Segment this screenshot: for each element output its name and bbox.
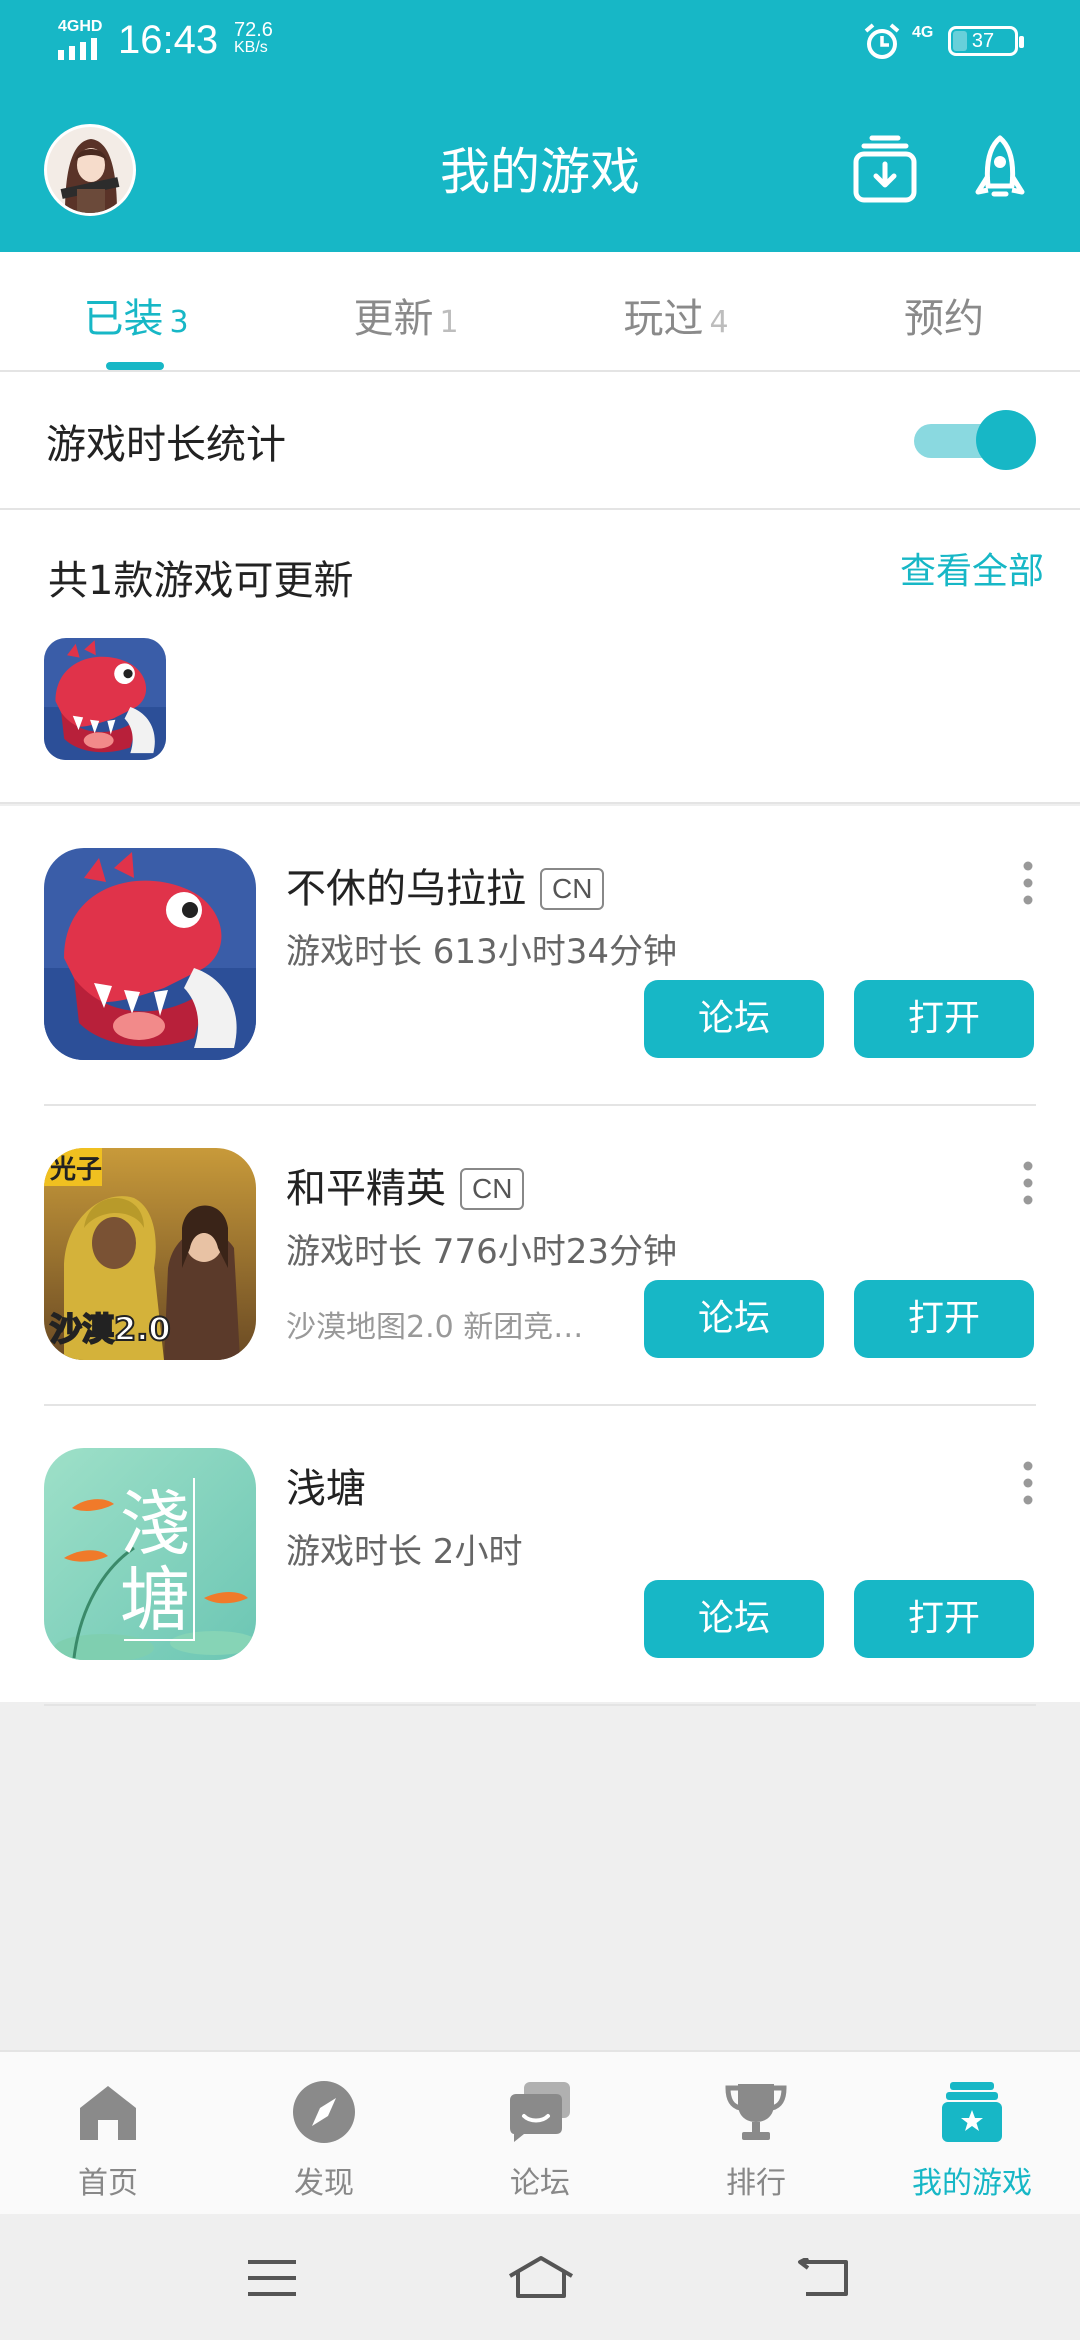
tab-count: 4 [709, 305, 729, 340]
tab-installed[interactable]: 已装 3 [36, 286, 236, 346]
network-label: 4GHD [58, 18, 103, 35]
pubg-game-art: 光子 沙漠2.0 [44, 1148, 256, 1360]
game-title: 和平精英 CN [286, 1156, 525, 1214]
tab-played[interactable]: 玩过 4 [576, 286, 776, 346]
more-options-icon[interactable] [1018, 1158, 1038, 1208]
more-options-icon[interactable] [1018, 1458, 1038, 1508]
open-button[interactable]: 打开 [854, 1580, 1034, 1658]
home-icon [80, 2086, 136, 2140]
game-row[interactable]: 淺 塘 浅塘 游戏时长 2小时 论坛 打开 [0, 1406, 1080, 1706]
network-speed: 72.6 KB/s [234, 20, 273, 56]
pond-title-char-2: 塘 [120, 1559, 190, 1641]
open-button[interactable]: 打开 [854, 1280, 1034, 1358]
tab-reserved[interactable]: 预约 [844, 286, 1044, 346]
game-title: 不休的乌拉拉 CN [286, 856, 605, 914]
pond-game-art: 淺 塘 [44, 1448, 256, 1660]
playtime-stats-row: 游戏时长统计 [0, 372, 1080, 510]
tab-count: 1 [439, 305, 459, 340]
game-news-subtitle[interactable]: 沙漠地图2.0 新团竞… [286, 1302, 583, 1346]
trophy-icon [725, 2084, 787, 2140]
more-options-icon[interactable] [1018, 858, 1038, 908]
tab-updates[interactable]: 更新 1 [306, 286, 506, 346]
my-games-icon [942, 2082, 1002, 2142]
back-icon[interactable] [796, 2258, 852, 2298]
game-name-text: 不休的乌拉拉 [286, 866, 526, 912]
speed-value: 72.6 [234, 19, 273, 41]
nav-label: 发现 [294, 2166, 354, 2201]
forum-icon [510, 2082, 570, 2142]
tab-label: 更新 [353, 296, 434, 342]
region-badge: CN [540, 868, 605, 910]
tab-bar: 已装 3 更新 1 玩过 4 预约 [0, 252, 1080, 372]
page-title: 我的游戏 [440, 143, 640, 201]
tab-active-indicator [106, 362, 164, 370]
network-4g-label: 4G [912, 24, 934, 41]
dinosaur-game-art [44, 638, 166, 760]
signal-icon [58, 38, 97, 60]
open-button[interactable]: 打开 [854, 980, 1034, 1058]
game-icon[interactable]: 光子 沙漠2.0 [44, 1148, 256, 1360]
region-badge: CN [460, 1168, 525, 1210]
dinosaur-game-art [44, 848, 256, 1060]
game-playtime: 游戏时长 2小时 [286, 1532, 523, 1572]
game-row[interactable]: 光子 沙漠2.0 和平精英 CN 游戏时长 776小时23分钟 沙漠地图2.0 新… [0, 1106, 1080, 1406]
tab-label: 预约 [904, 296, 984, 342]
nav-my-games[interactable]: 我的游戏 [864, 2052, 1080, 2212]
nav-forum[interactable]: 论坛 [432, 2052, 648, 2212]
toggle-knob [976, 410, 1036, 470]
playtime-stats-label: 游戏时长统计 [46, 422, 286, 468]
nav-label: 首页 [78, 2166, 138, 2201]
game-playtime: 游戏时长 613小时34分钟 [286, 932, 677, 972]
battery-percent: 37 [971, 30, 995, 52]
tab-label: 已装 [83, 296, 164, 342]
header-bar: 4GHD 16:43 72.6 KB/s 4G 37 我的游戏 [0, 0, 1080, 252]
update-game-icon[interactable] [44, 638, 166, 760]
divider [44, 1704, 1036, 1706]
game-icon[interactable]: 淺 塘 [44, 1448, 256, 1660]
tab-label: 玩过 [623, 296, 704, 342]
nav-home[interactable]: 首页 [0, 2052, 216, 2212]
system-home-icon[interactable] [506, 2254, 576, 2300]
game-name-text: 浅塘 [286, 1466, 366, 1512]
pubg-tag-text: 光子 [49, 1155, 102, 1185]
system-nav-bar [0, 2214, 1080, 2340]
view-all-link[interactable]: 查看全部 [900, 542, 1044, 594]
game-icon[interactable] [44, 848, 256, 1060]
game-row[interactable]: 不休的乌拉拉 CN 游戏时长 613小时34分钟 论坛 打开 [0, 806, 1080, 1106]
speed-unit: KB/s [234, 39, 268, 56]
pubg-map-text: 沙漠2.0 [50, 1310, 171, 1348]
alarm-icon [864, 23, 900, 59]
game-playtime: 游戏时长 776小时23分钟 [286, 1232, 677, 1272]
battery-tip [1019, 36, 1024, 48]
game-name-text: 和平精英 [286, 1166, 446, 1212]
playtime-stats-toggle[interactable] [914, 410, 1036, 470]
rocket-icon[interactable] [972, 134, 1028, 204]
forum-button[interactable]: 论坛 [644, 1580, 824, 1658]
bottom-nav: 首页 发现 论坛 排行 我的游戏 [0, 2050, 1080, 2214]
installed-games-list: 不休的乌拉拉 CN 游戏时长 613小时34分钟 论坛 打开 光子 沙漠2.0 … [0, 806, 1080, 1706]
pond-title-char-1: 淺 [120, 1483, 190, 1565]
battery-icon: 37 [948, 26, 1024, 56]
forum-button[interactable]: 论坛 [644, 980, 824, 1058]
tab-count: 3 [169, 305, 189, 340]
nav-label: 排行 [726, 2166, 786, 2201]
update-section: 共1款游戏可更新 查看全部 [0, 510, 1080, 804]
forum-button[interactable]: 论坛 [644, 1280, 824, 1358]
nav-discover[interactable]: 发现 [216, 2052, 432, 2212]
nav-label: 我的游戏 [912, 2166, 1032, 2201]
nav-ranking[interactable]: 排行 [648, 2052, 864, 2212]
update-count-title: 共1款游戏可更新 [48, 558, 354, 604]
status-time: 16:43 [118, 18, 219, 62]
menu-icon[interactable] [246, 2258, 298, 2298]
game-title: 浅塘 [286, 1456, 366, 1514]
download-manager-icon[interactable] [852, 134, 918, 204]
nav-label: 论坛 [510, 2166, 570, 2201]
compass-icon [293, 2081, 355, 2143]
